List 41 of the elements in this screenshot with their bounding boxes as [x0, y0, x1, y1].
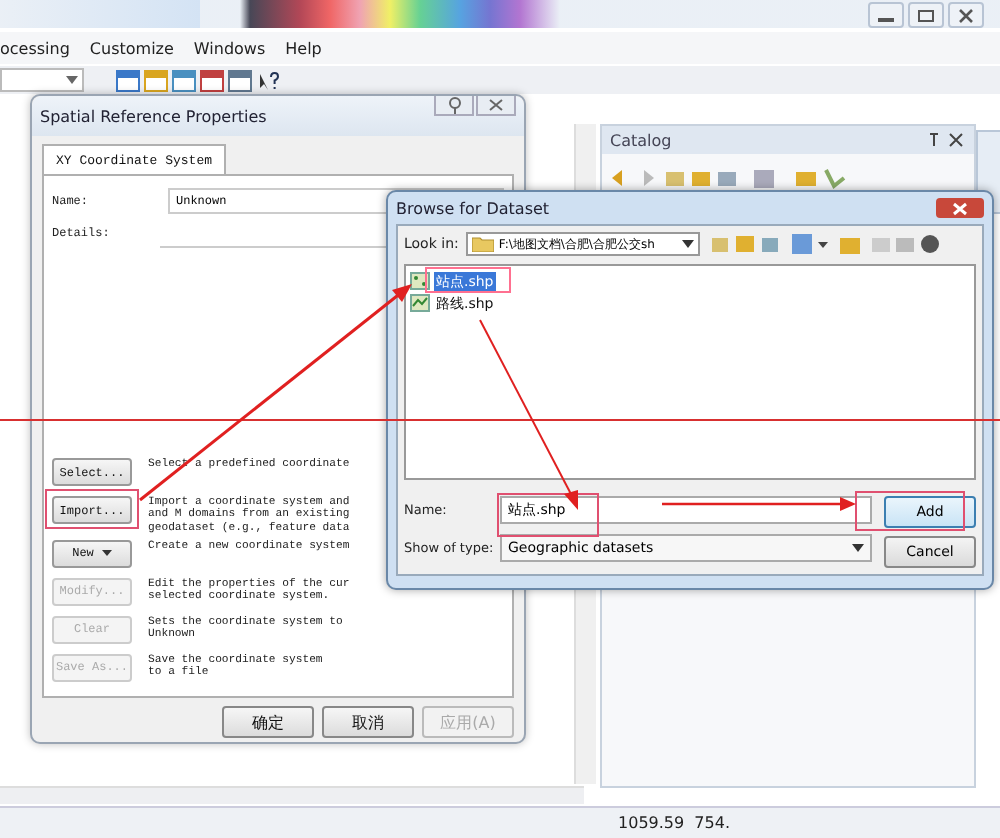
line-layer-icon: [410, 294, 430, 312]
menu-item[interactable]: Customize: [79, 39, 184, 57]
toolbar-window-icon[interactable]: [172, 69, 196, 91]
caret-icon: [852, 544, 864, 552]
folder-icon: [472, 236, 495, 252]
lightbulb-icon: [447, 96, 461, 114]
close-button[interactable]: [936, 198, 984, 218]
close-icon: [488, 98, 504, 112]
caret-icon: [682, 240, 695, 248]
dialog-title: Spatial Reference Properties: [40, 107, 267, 125]
menu-item[interactable]: Windows: [183, 39, 276, 57]
menu-item[interactable]: Help: [275, 39, 332, 57]
close-icon: [956, 7, 976, 23]
highlight-rectangle: [425, 267, 511, 293]
dialog-button[interactable]: 确定: [222, 706, 314, 738]
caret-icon: [101, 550, 112, 557]
toolbar-window-icon[interactable]: [116, 69, 140, 91]
menu-item[interactable]: ocessing: [0, 39, 80, 57]
toolbar-combo[interactable]: [0, 68, 84, 92]
toolbar-arrow-question-icon[interactable]: [256, 69, 280, 91]
dialog-button[interactable]: 取消: [322, 706, 414, 738]
toolbar-window-icon[interactable]: [200, 69, 224, 91]
coordinates-readout: 1059.59 754.: [618, 814, 730, 832]
restore-button[interactable]: [908, 2, 944, 28]
toolbar-window-icon[interactable]: [144, 69, 168, 91]
highlight-rectangle: [855, 491, 965, 531]
close-button[interactable]: [476, 96, 516, 116]
close-button[interactable]: [948, 2, 984, 28]
panel-title: Catalog: [610, 131, 672, 149]
close-icon: [952, 201, 968, 215]
browse-toolbar-icons[interactable]: [708, 232, 945, 256]
highlight-rectangle: [45, 489, 139, 529]
help-button[interactable]: [434, 96, 474, 116]
highlight-rectangle: [497, 493, 599, 537]
point-layer-icon: [410, 272, 430, 290]
horizontal-scrollbar[interactable]: [0, 786, 584, 804]
toolbar-window-icon[interactable]: [228, 69, 252, 91]
caret-icon: [66, 76, 78, 84]
minimize-button[interactable]: [868, 2, 904, 28]
restore-icon: [916, 7, 936, 23]
pin-close-icon[interactable]: [926, 132, 966, 148]
